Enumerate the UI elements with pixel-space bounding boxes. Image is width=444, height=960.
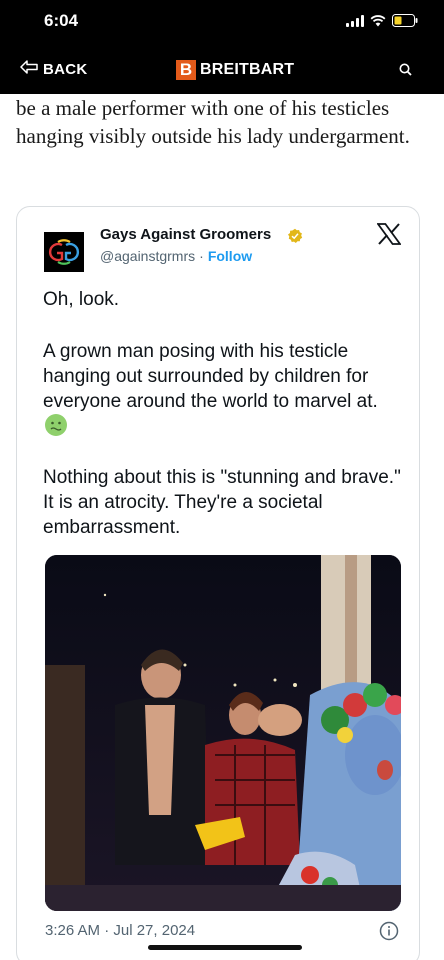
tweet-text-2: A grown man posing with his testicle han… <box>43 339 403 439</box>
status-icons <box>346 14 418 27</box>
status-bar: 6:04 <box>0 0 444 44</box>
signal-icon <box>346 14 364 27</box>
tweet-timestamp[interactable]: 3:26 AM · Jul 27, 2024 <box>45 922 195 939</box>
brand-logo-box: B <box>176 60 196 80</box>
follow-link[interactable]: Follow <box>208 248 252 264</box>
author-name[interactable]: Gays Against Groomers <box>100 226 271 243</box>
tweet-text-3: Nothing about this is "stunning and brav… <box>43 467 401 538</box>
tweet-text-1: Oh, look. <box>43 289 120 310</box>
tweet-photo[interactable] <box>45 555 401 911</box>
battery-icon <box>392 14 418 27</box>
article-paragraph: be a male performer with one of his test… <box>16 96 410 148</box>
info-icon[interactable] <box>379 921 399 946</box>
wifi-icon <box>370 14 386 27</box>
back-button[interactable]: BACK <box>20 60 88 78</box>
x-logo-icon[interactable] <box>376 223 402 250</box>
author-handle[interactable]: @againstgrmrs <box>100 248 195 264</box>
nav-bar: BACK B BREITBART <box>0 44 444 94</box>
separator-dot: · <box>199 248 204 264</box>
search-icon[interactable] <box>399 63 412 81</box>
nauseated-face-icon <box>45 414 67 436</box>
embedded-tweet[interactable]: Gays Against Groomers @againstgrmrs · Fo… <box>16 206 420 960</box>
breitbart-logo[interactable]: B BREITBART <box>176 60 294 80</box>
avatar[interactable] <box>44 232 84 272</box>
brand-name: BREITBART <box>200 61 295 78</box>
back-arrow-icon <box>20 60 38 78</box>
author-line: @againstgrmrs · Follow <box>100 248 252 264</box>
home-indicator[interactable] <box>148 945 302 950</box>
back-label: BACK <box>43 60 88 78</box>
tweet-text-2-content: A grown man posing with his testicle han… <box>43 341 378 412</box>
status-time: 6:04 <box>44 11 79 30</box>
verified-badge-icon <box>287 228 303 249</box>
